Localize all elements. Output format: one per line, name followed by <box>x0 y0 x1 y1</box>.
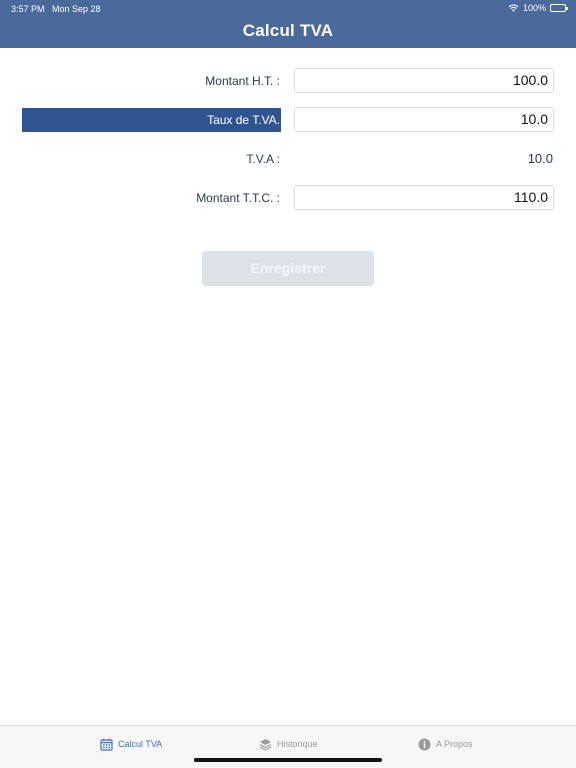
status-right: 100% <box>508 3 568 13</box>
tab-calcul-tva[interactable]: Calcul TVA <box>100 736 162 752</box>
layers-icon <box>259 738 272 751</box>
home-indicator <box>194 758 382 762</box>
info-icon <box>418 738 431 750</box>
wifi-icon <box>508 4 519 12</box>
taux-tva-input[interactable]: 10.0 <box>294 107 554 132</box>
status-time: 3:57 PM <box>11 4 45 14</box>
taux-tva-label: Taux de T.VA. <box>22 108 281 132</box>
calendar-icon <box>100 738 113 751</box>
montant-ttc-input[interactable]: 110.0 <box>294 185 554 210</box>
row-taux-tva: Taux de T.VA. 10.0 <box>0 107 576 133</box>
tva-label: T.V.A : <box>246 152 280 166</box>
battery-icon <box>550 4 568 12</box>
battery-percent: 100% <box>522 3 546 13</box>
row-tva: T.V.A : 10.0 <box>0 146 576 172</box>
montant-ttc-label: Montant T.T.C. : <box>196 191 280 205</box>
tab-a-propos-label: A Propos <box>436 739 473 749</box>
row-montant-ht: Montant H.T. : 100.0 <box>0 68 576 94</box>
status-date: Mon Sep 28 <box>52 4 101 14</box>
tva-value: 10.0 <box>527 151 553 166</box>
montant-ht-label: Montant H.T. : <box>205 74 280 88</box>
navigation-header: 3:57 PM Mon Sep 28 100% Calcul TVA <box>0 0 576 48</box>
status-bar: 3:57 PM Mon Sep 28 100% <box>0 0 576 16</box>
montant-ht-input[interactable]: 100.0 <box>294 68 554 93</box>
tab-historique[interactable]: Historique <box>259 736 318 752</box>
save-button[interactable]: Enregistrer <box>202 251 374 286</box>
tab-a-propos[interactable]: A Propos <box>418 736 473 752</box>
page-title: Calcul TVA <box>242 21 334 40</box>
tab-calcul-tva-label: Calcul TVA <box>118 739 163 749</box>
tab-historique-label: Historique <box>277 739 318 749</box>
row-montant-ttc: Montant T.T.C. : 110.0 <box>0 185 576 211</box>
